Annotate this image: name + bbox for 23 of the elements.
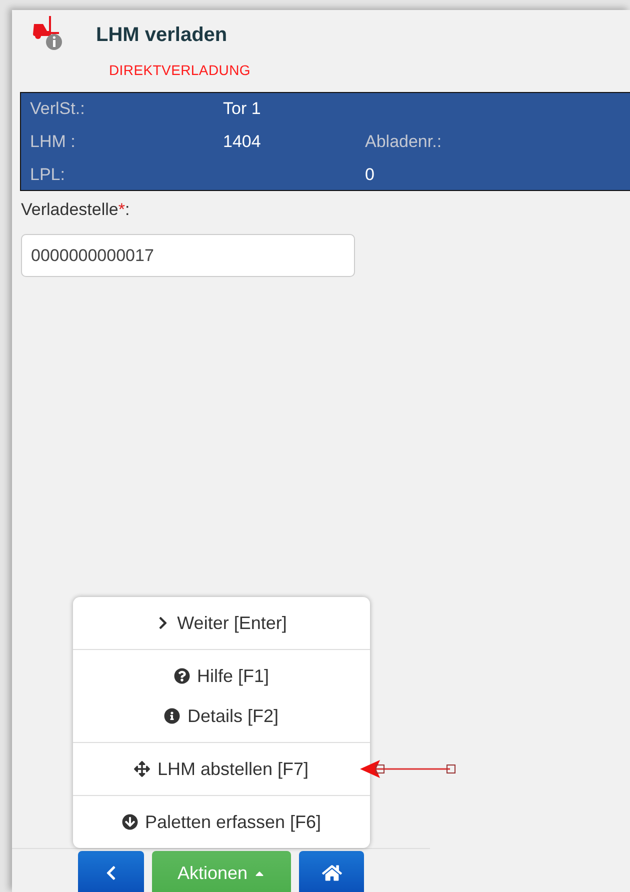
info-icon [164, 708, 180, 724]
info-label: LHM : [30, 131, 76, 153]
page-title: LHM verladen [96, 24, 228, 47]
menu-item[interactable]: Weiter [Enter] [152, 609, 291, 637]
input-field[interactable]: 0000000000017 [21, 234, 355, 277]
back-button[interactable] [78, 851, 144, 892]
menu-item[interactable]: LHM abstellen [F7] [130, 755, 313, 783]
info-value: 1404 [223, 131, 262, 153]
info-label: LPL: [30, 164, 66, 186]
field-label: Verladestelle*: [21, 200, 131, 220]
info-value: 0 [365, 164, 376, 186]
info-value: Tor 1 [223, 98, 262, 120]
forklift-icon [32, 14, 62, 52]
menu-item[interactable]: Hilfe [F1] [170, 662, 274, 690]
menu-item[interactable]: Details [F2] [160, 702, 283, 730]
menu-item[interactable]: Paletten erfassen [F6] [118, 808, 326, 836]
help-icon [174, 668, 190, 684]
home-icon [322, 863, 342, 883]
info-label: Abladenr.: [365, 131, 443, 153]
info-label: VerlSt.: [30, 98, 86, 120]
move-icon [134, 761, 150, 777]
page-subtitle: DIREKTVERLADUNG [109, 62, 250, 78]
home-button[interactable] [299, 851, 364, 892]
